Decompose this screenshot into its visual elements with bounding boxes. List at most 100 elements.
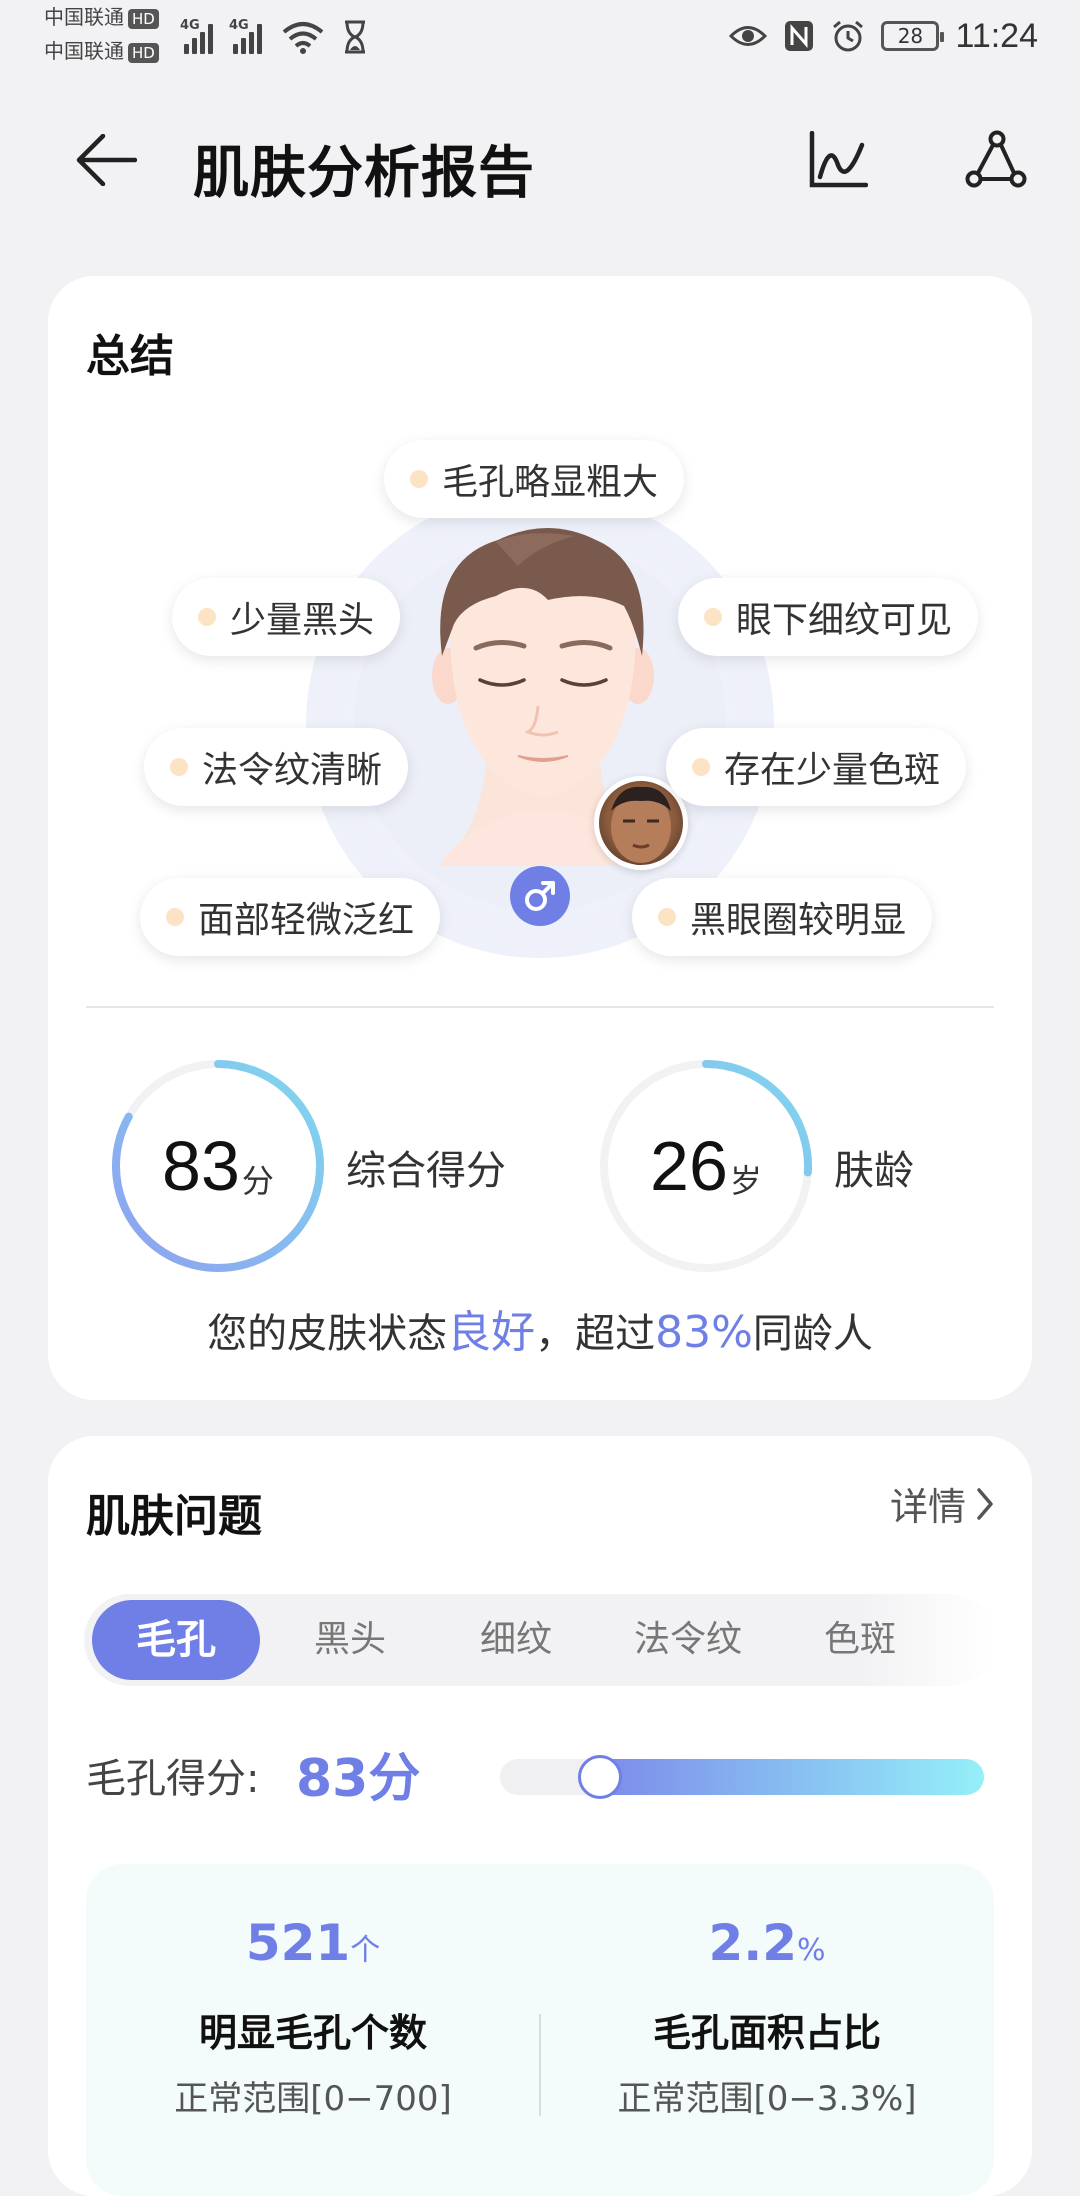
signal-1-gen: 4G — [180, 18, 200, 33]
details-label: 详情 — [889, 1485, 966, 1529]
overall-score-ring: 83 分 — [108, 1056, 328, 1276]
battery-level: 28 — [897, 24, 924, 48]
line-chart-icon — [809, 131, 868, 188]
score-unit: 分 — [241, 1162, 274, 1200]
signal-1-icon: 4G — [180, 18, 213, 54]
skin-age-number: 26 岁 — [596, 1056, 816, 1276]
back-arrow-icon — [76, 134, 137, 186]
pore-count-unit: 个 — [350, 1933, 381, 1968]
skin-issues-card: 肌肤问题 详情 毛孔 黑头 细纹 法令纹 色斑 毛孔得分: 83分 521个 明… — [48, 1436, 1032, 2196]
skin-age-unit: 岁 — [729, 1162, 762, 1200]
app-header: 肌肤分析报告 — [0, 100, 1080, 220]
tab-nasolabial-folds[interactable]: 法令纹 — [608, 1600, 768, 1680]
tag-label: 少量黑头 — [230, 600, 375, 641]
summary-middle: ，超过 — [535, 1311, 656, 1357]
signal-2-icon: 4G — [229, 18, 262, 54]
skin-tag: 毛孔略显粗大 — [384, 440, 685, 518]
nfc-icon — [785, 21, 814, 51]
status-right: 28 11:24 — [729, 14, 1038, 58]
skin-age-ring: 26 岁 — [596, 1056, 816, 1276]
tag-dot — [166, 908, 184, 926]
pore-score-bar — [500, 1759, 984, 1795]
share-icon — [965, 130, 1027, 188]
summary-card: 总结 毛孔略显粗大 少量黑头 眼下细纹可见 法令纹清晰 存在少量色斑 面部轻微泛… — [48, 276, 1032, 1400]
summary-prefix: 您的皮肤状态 — [207, 1311, 448, 1357]
tag-label: 存在少量色斑 — [724, 750, 941, 791]
male-badge — [510, 866, 570, 926]
skin-tag: 眼下细纹可见 — [678, 578, 979, 656]
pore-area-stat: 2.2% 毛孔面积占比 正常范围[0−3.3%] — [540, 1914, 994, 2120]
back-button[interactable] — [68, 122, 144, 198]
skin-tag: 法令纹清晰 — [144, 728, 409, 806]
tag-label: 眼下细纹可见 — [736, 600, 953, 641]
issues-title: 肌肤问题 — [86, 1491, 262, 1542]
carrier-1: 中国联通 HD — [44, 6, 159, 29]
pore-count-title: 明显毛孔个数 — [198, 2011, 427, 2055]
carrier-2: 中国联通 HD — [44, 40, 159, 63]
signal-icons: 4G 4G — [180, 14, 368, 54]
pore-score-marker — [578, 1755, 623, 1799]
summary-sentence: 您的皮肤状态良好，超过83%同龄人 — [48, 1296, 1032, 1360]
chevron-right-icon — [977, 1487, 993, 1520]
hd-badge: HD — [128, 43, 159, 63]
pore-area-value: 2.2 — [708, 1914, 798, 1972]
tag-dot — [692, 758, 710, 776]
details-link[interactable]: 详情 — [890, 1476, 994, 1531]
battery-icon: 28 — [881, 21, 945, 51]
issue-tabs: 毛孔 黑头 细纹 法令纹 色斑 — [84, 1594, 996, 1686]
score-number: 83 分 — [108, 1056, 328, 1276]
pore-score-label: 毛孔得分: — [86, 1756, 260, 1802]
pore-score-fill — [582, 1759, 984, 1795]
pore-count-stat: 521个 明显毛孔个数 正常范围[0−700] — [86, 1914, 540, 2120]
summary-suffix: 同龄人 — [752, 1311, 873, 1357]
pore-area-title: 毛孔面积占比 — [652, 2011, 881, 2055]
pore-area-range: 正常范围[0−3.3%] — [617, 2079, 917, 2119]
hourglass-icon — [345, 20, 365, 54]
tab-spots[interactable]: 色斑 — [790, 1600, 930, 1680]
pore-score-value: 83分 — [296, 1749, 421, 1809]
trend-chart-button[interactable] — [800, 122, 876, 198]
tag-dot — [658, 908, 676, 926]
wifi-icon — [282, 22, 324, 54]
tag-label: 毛孔略显粗大 — [442, 462, 659, 503]
pore-stats-panel: 521个 明显毛孔个数 正常范围[0−700] 2.2% 毛孔面积占比 正常范围… — [86, 1864, 994, 2196]
peer-percent: 83% — [655, 1307, 753, 1358]
skin-tag: 存在少量色斑 — [666, 728, 967, 806]
eye-icon — [729, 26, 768, 46]
signal-2-gen: 4G — [229, 18, 249, 33]
tab-fine-lines[interactable]: 细纹 — [446, 1600, 586, 1680]
carrier-1-label: 中国联通 — [44, 5, 124, 29]
share-button[interactable] — [958, 122, 1034, 198]
skin-tag: 少量黑头 — [172, 578, 401, 656]
skin-tag: 面部轻微泛红 — [140, 878, 441, 956]
skin-status: 良好 — [447, 1307, 536, 1358]
skin-tag: 黑眼圈较明显 — [632, 878, 933, 956]
face-illustration-area: 毛孔略显粗大 少量黑头 眼下细纹可见 法令纹清晰 存在少量色斑 面部轻微泛红 黑… — [48, 276, 1032, 976]
tag-label: 法令纹清晰 — [202, 750, 383, 791]
skin-age-value: 26 — [650, 1127, 728, 1205]
skin-age-label: 肤龄 — [834, 1148, 914, 1194]
hd-badge: HD — [128, 9, 159, 29]
score-value: 83 — [162, 1127, 240, 1205]
page-title: 肌肤分析报告 — [193, 141, 535, 206]
score-label: 综合得分 — [346, 1148, 506, 1194]
clock: 11:24 — [955, 16, 1038, 55]
pore-count-value: 521 — [245, 1914, 351, 1972]
tab-pores[interactable]: 毛孔 — [92, 1600, 260, 1680]
tab-blackheads[interactable]: 黑头 — [280, 1600, 420, 1680]
tag-label: 黑眼圈较明显 — [690, 900, 907, 941]
user-photo-image — [611, 786, 671, 863]
tag-label: 面部轻微泛红 — [198, 900, 415, 941]
male-gender-icon — [525, 881, 555, 911]
tag-dot — [198, 608, 216, 626]
tag-dot — [170, 758, 188, 776]
pore-score-row: 毛孔得分: 83分 — [86, 1736, 994, 1816]
alarm-icon — [833, 20, 864, 52]
tag-dot — [704, 608, 722, 626]
summary-divider — [86, 1006, 994, 1008]
status-bar: 中国联通 HD 中国联通 HD 4G 4G 28 11:24 — [0, 0, 1080, 72]
pore-count-range: 正常范围[0−700] — [174, 2079, 452, 2119]
pore-area-unit: % — [797, 1933, 826, 1968]
tag-dot — [410, 470, 428, 488]
carrier-2-label: 中国联通 — [44, 39, 124, 63]
